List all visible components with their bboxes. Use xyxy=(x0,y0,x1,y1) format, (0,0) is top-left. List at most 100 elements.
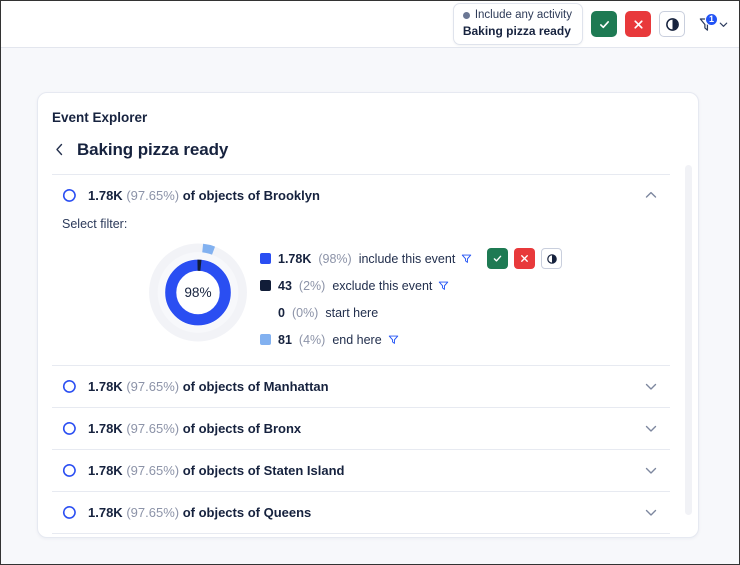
legend-swatch-icon xyxy=(260,280,271,291)
top-toolbar: Include any activity Baking pizza ready xyxy=(1,1,739,48)
activity-event-name: Baking pizza ready xyxy=(462,23,571,38)
legend-approve-button[interactable] xyxy=(487,248,509,269)
row-expand-toggle[interactable] xyxy=(644,380,670,394)
activity-chip[interactable]: Include any activity Baking pizza ready xyxy=(452,3,583,45)
row-text: of objects of Staten Island xyxy=(182,463,345,478)
event-explorer-card: Event Explorer Baking pizza ready 1.78K … xyxy=(37,92,699,538)
row-percent: (97.65%) xyxy=(126,379,180,394)
filter-legend: 1.78K (98%) include this event 43 (2%) exclud… xyxy=(260,241,670,353)
legend-item[interactable]: 1.78K (98%) include this event xyxy=(260,245,670,272)
row-text: of objects of Manhattan xyxy=(182,379,329,394)
object-row[interactable]: 1.78K (97.65%) of objects of Queens xyxy=(52,492,670,533)
activity-status-row: Include any activity xyxy=(462,8,572,22)
select-filter-label: Select filter: xyxy=(62,217,128,231)
row-label: 1.78K (97.65%) of objects of Queens xyxy=(88,505,311,520)
legend-contrast-button[interactable] xyxy=(541,248,563,269)
row-percent: (97.65%) xyxy=(126,463,180,478)
row-count: 1.78K xyxy=(88,379,123,394)
row-label: 1.78K (97.65%) of objects of Brooklyn xyxy=(88,188,320,203)
row-expand-toggle[interactable] xyxy=(644,189,670,203)
ring-status-icon xyxy=(62,506,76,519)
check-icon xyxy=(599,20,609,28)
chevron-down-icon xyxy=(645,467,657,474)
legend-label: exclude this event xyxy=(332,278,433,293)
legend-percent: (4%) xyxy=(298,332,326,347)
donut-chart: 98% xyxy=(149,243,247,342)
ring-status-icon xyxy=(62,380,76,393)
chevron-down-icon xyxy=(645,383,657,390)
filter-menu-button[interactable]: 1 xyxy=(695,12,731,35)
donut-center-label: 98% xyxy=(184,285,211,300)
chevron-left-icon xyxy=(56,143,63,155)
reject-button[interactable] xyxy=(625,11,651,37)
ring-status-icon xyxy=(62,189,76,202)
object-rows-list: 1.78K (97.65%) of objects of Brooklyn Sel… xyxy=(52,175,670,534)
status-dot-icon xyxy=(462,12,470,19)
legend-swatch-icon xyxy=(260,334,271,345)
legend-label: start here xyxy=(325,305,379,320)
ring-status-icon xyxy=(62,422,76,435)
legend-count: 81 xyxy=(278,332,292,347)
activity-status-label: Include any activity xyxy=(474,9,572,22)
row-expand-toggle[interactable] xyxy=(644,422,670,436)
legend-swatch-icon xyxy=(260,307,271,318)
close-icon xyxy=(633,19,643,29)
row-divider xyxy=(52,533,670,534)
check-icon xyxy=(494,255,502,262)
contrast-icon xyxy=(665,17,679,31)
row-label: 1.78K (97.65%) of objects of Manhattan xyxy=(88,379,329,394)
card-scroll-area: Event Explorer Baking pizza ready 1.78K … xyxy=(52,107,684,537)
legend-item[interactable]: 81 (4%) end here xyxy=(260,326,670,353)
contrast-toggle-button[interactable] xyxy=(659,11,685,37)
legend-count: 0 xyxy=(278,305,285,320)
legend-reject-button[interactable] xyxy=(514,248,536,269)
legend-funnel-icon[interactable] xyxy=(461,253,472,264)
row-percent: (97.65%) xyxy=(126,421,180,436)
donut-chart-wrap: 98% xyxy=(144,241,252,344)
legend-action-buttons xyxy=(487,248,563,269)
row-percent: (97.65%) xyxy=(126,505,180,520)
row-label: 1.78K (97.65%) of objects of Staten Isla… xyxy=(88,463,345,478)
legend-item[interactable]: 43 (2%) exclude this event xyxy=(260,272,670,299)
object-row[interactable]: 1.78K (97.65%) of objects of Brooklyn xyxy=(52,175,670,216)
card-scrollbar[interactable] xyxy=(685,165,692,515)
row-count: 1.78K xyxy=(88,188,123,203)
row-text: of objects of Bronx xyxy=(182,421,302,436)
row-count: 1.78K xyxy=(88,463,123,478)
legend-percent: (98%) xyxy=(318,251,352,266)
page-body: Event Explorer Baking pizza ready 1.78K … xyxy=(1,48,739,564)
legend-percent: (0%) xyxy=(291,305,319,320)
row-count: 1.78K xyxy=(88,421,123,436)
row-count: 1.78K xyxy=(88,505,123,520)
legend-count: 43 xyxy=(278,278,292,293)
row-expand-toggle[interactable] xyxy=(644,464,670,478)
legend-percent: (2%) xyxy=(298,278,326,293)
legend-item[interactable]: 0 (0%) start here xyxy=(260,299,670,326)
close-icon xyxy=(521,255,529,262)
chevron-down-icon xyxy=(719,22,728,27)
legend-funnel-icon[interactable] xyxy=(388,334,399,345)
object-row[interactable]: 1.78K (97.65%) of objects of Bronx xyxy=(52,408,670,449)
object-row[interactable]: 1.78K (97.65%) of objects of Staten Isla… xyxy=(52,450,670,491)
legend-label: end here xyxy=(332,332,382,347)
row-text: of objects of Queens xyxy=(182,505,312,520)
expanded-filter-panel: Select filter: 98% 1.78K (98%) include this … xyxy=(52,216,670,365)
row-expand-toggle[interactable] xyxy=(644,506,670,520)
page-title: Event Explorer xyxy=(52,110,148,125)
row-percent: (97.65%) xyxy=(126,188,180,203)
event-header: Baking pizza ready xyxy=(52,125,670,174)
event-title: Baking pizza ready xyxy=(77,140,229,159)
chevron-up-icon xyxy=(645,191,657,198)
row-text: of objects of Brooklyn xyxy=(182,188,320,203)
approve-button[interactable] xyxy=(591,11,617,37)
contrast-icon xyxy=(546,253,557,264)
legend-count: 1.78K xyxy=(278,251,312,266)
object-row[interactable]: 1.78K (97.65%) of objects of Manhattan xyxy=(52,366,670,407)
legend-label: include this event xyxy=(358,251,456,266)
chevron-down-icon xyxy=(645,425,657,432)
back-button[interactable] xyxy=(52,142,67,159)
app-window: Include any activity Baking pizza ready xyxy=(0,0,740,565)
legend-funnel-icon[interactable] xyxy=(438,280,449,291)
chevron-down-icon xyxy=(645,509,657,516)
ring-status-icon xyxy=(62,464,76,477)
